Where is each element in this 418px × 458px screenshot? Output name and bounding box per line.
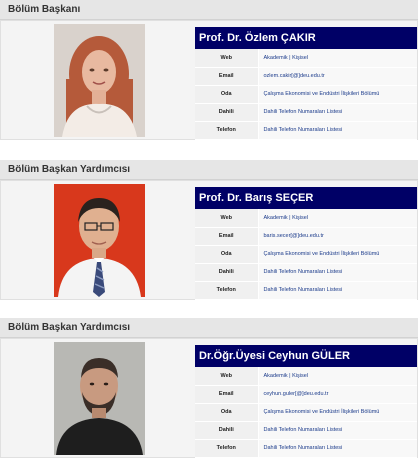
- row-label: Web: [195, 209, 259, 228]
- row-label: Oda: [195, 85, 259, 104]
- person-name: Dr.Öğr.Üyesi Ceyhun GÜLER: [195, 345, 417, 367]
- contact-table: Web Akademik | Kişisel Email ozlem.cakir[@…: [195, 49, 417, 140]
- table-row: Web Akademik | Kişisel: [195, 209, 417, 228]
- web-link[interactable]: Akademik | Kişisel: [258, 367, 417, 386]
- table-row: Email ceyhun.guler[@]deu.edu.tr: [195, 385, 417, 404]
- person-info: Dr.Öğr.Üyesi Ceyhun GÜLER Web Akademik | …: [195, 345, 417, 458]
- row-label: Telefon: [195, 281, 259, 300]
- table-row: Web Akademik | Kişisel: [195, 367, 417, 386]
- table-row: Dahili Dahili Telefon Numaraları Listesi: [195, 263, 417, 282]
- row-label: Oda: [195, 403, 259, 422]
- person-card: Dr.Öğr.Üyesi Ceyhun GÜLER Web Akademik | …: [0, 338, 418, 458]
- section-bolum-baskan-yardimcisi-2: Bölüm Başkan Yardımcısı Dr.Öğr.Üyesi Cey…: [0, 318, 418, 458]
- web-link[interactable]: Akademik | Kişisel: [258, 49, 417, 68]
- table-row: Telefon Dahili Telefon Numaraları Listesi: [195, 121, 417, 140]
- person-name: Prof. Dr. Özlem ÇAKIR: [195, 27, 417, 49]
- email-link[interactable]: ceyhun.guler[@]deu.edu.tr: [258, 385, 417, 404]
- row-label: Telefon: [195, 121, 259, 140]
- person-info: Prof. Dr. Barış SEÇER Web Akademik | Kişi…: [195, 187, 417, 300]
- table-row: Oda Çalışma Ekonomisi ve Endüstri İlişkil…: [195, 245, 417, 264]
- internal-phone-link[interactable]: Dahili Telefon Numaraları Listesi: [258, 263, 417, 282]
- row-label: Dahili: [195, 263, 259, 282]
- person-info: Prof. Dr. Özlem ÇAKIR Web Akademik | Kişi…: [195, 27, 417, 140]
- row-label: Web: [195, 367, 259, 386]
- table-row: Oda Çalışma Ekonomisi ve Endüstri İlişkil…: [195, 403, 417, 422]
- contact-table: Web Akademik | Kişisel Email baris.secer[@…: [195, 209, 417, 300]
- portrait-photo: [54, 184, 145, 297]
- contact-table: Web Akademik | Kişisel Email ceyhun.guler[…: [195, 367, 417, 458]
- table-row: Email ozlem.cakir[@]deu.edu.tr: [195, 67, 417, 86]
- table-row: Web Akademik | Kişisel: [195, 49, 417, 68]
- portrait-photo: [54, 342, 145, 455]
- email-link[interactable]: ozlem.cakir[@]deu.edu.tr: [258, 67, 417, 86]
- section-header: Bölüm Başkanı: [0, 0, 418, 20]
- row-label: Email: [195, 227, 259, 246]
- web-link[interactable]: Akademik | Kişisel: [258, 209, 417, 228]
- table-row: Dahili Dahili Telefon Numaraları Listesi: [195, 103, 417, 122]
- section-bolum-baskan-yardimcisi-1: Bölüm Başkan Yardımcısı Prof. Dr. Barış …: [0, 160, 418, 300]
- email-link[interactable]: baris.secer[@]deu.edu.tr: [258, 227, 417, 246]
- person-card: Prof. Dr. Barış SEÇER Web Akademik | Kişi…: [0, 180, 418, 300]
- row-label: Dahili: [195, 421, 259, 440]
- portrait-photo: [54, 24, 145, 137]
- table-row: Oda Çalışma Ekonomisi ve Endüstri İlişkil…: [195, 85, 417, 104]
- internal-phone-link[interactable]: Dahili Telefon Numaraları Listesi: [258, 421, 417, 440]
- section-header: Bölüm Başkan Yardımcısı: [0, 160, 418, 180]
- person-name: Prof. Dr. Barış SEÇER: [195, 187, 417, 209]
- person-card: Prof. Dr. Özlem ÇAKIR Web Akademik | Kişi…: [0, 20, 418, 140]
- row-label: Email: [195, 67, 259, 86]
- row-label: Telefon: [195, 439, 259, 458]
- room-link[interactable]: Çalışma Ekonomisi ve Endüstri İlişkileri…: [258, 85, 417, 104]
- section-bolum-baskani: Bölüm Başkanı Prof. Dr. Özlem ÇAKIR Web A…: [0, 0, 418, 140]
- room-link[interactable]: Çalışma Ekonomisi ve Endüstri İlişkileri…: [258, 245, 417, 264]
- table-row: Dahili Dahili Telefon Numaraları Listesi: [195, 421, 417, 440]
- table-row: Telefon Dahili Telefon Numaraları Listesi: [195, 439, 417, 458]
- row-label: Web: [195, 49, 259, 68]
- row-label: Oda: [195, 245, 259, 264]
- phone-link[interactable]: Dahili Telefon Numaraları Listesi: [258, 439, 417, 458]
- row-label: Email: [195, 385, 259, 404]
- row-label: Dahili: [195, 103, 259, 122]
- table-row: Email baris.secer[@]deu.edu.tr: [195, 227, 417, 246]
- phone-link[interactable]: Dahili Telefon Numaraları Listesi: [258, 121, 417, 140]
- section-header: Bölüm Başkan Yardımcısı: [0, 318, 418, 338]
- room-link[interactable]: Çalışma Ekonomisi ve Endüstri İlişkileri…: [258, 403, 417, 422]
- phone-link[interactable]: Dahili Telefon Numaraları Listesi: [258, 281, 417, 300]
- table-row: Telefon Dahili Telefon Numaraları Listesi: [195, 281, 417, 300]
- internal-phone-link[interactable]: Dahili Telefon Numaraları Listesi: [258, 103, 417, 122]
